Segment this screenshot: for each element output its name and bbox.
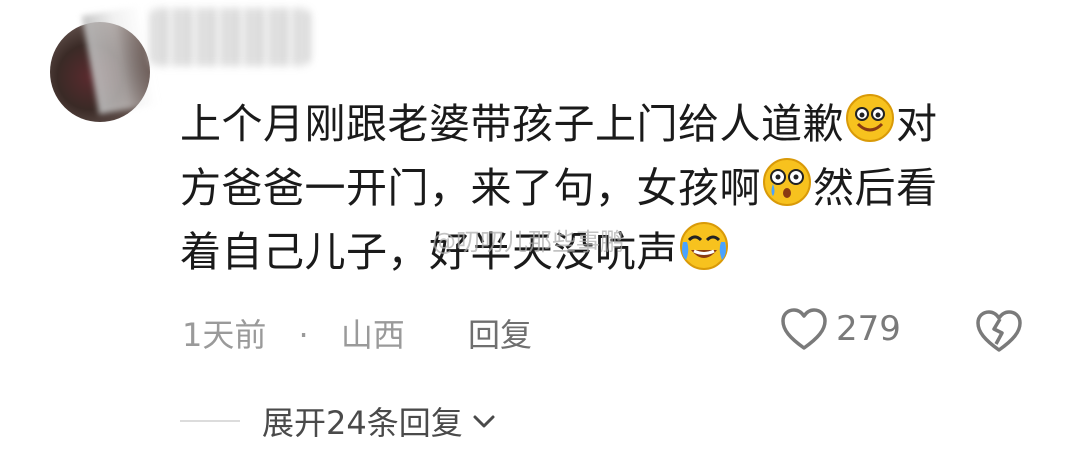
- comment-line-1-tail: 对: [896, 100, 938, 148]
- comment-meta: 1天前 · 山西: [182, 310, 405, 356]
- smile-emoji-icon: [846, 94, 894, 142]
- location: 山西: [340, 316, 405, 354]
- comment-line-1: 上个月刚跟老婆带孩子上门给人道歉 对: [180, 92, 1030, 156]
- like-count: 279: [836, 309, 901, 349]
- comment-line-2: 方爸爸一开门，来了句，女孩啊 然后看: [180, 156, 1030, 220]
- heart-outline-icon: [781, 308, 827, 350]
- shocked-tear-emoji-icon: [763, 158, 811, 206]
- comment-line-1-text: 上个月刚跟老婆带孩子上门给人道歉: [180, 100, 844, 148]
- crying-laugh-emoji-icon: [680, 222, 728, 270]
- like-button[interactable]: 279: [780, 307, 901, 351]
- watermark: @叨叨儿那些事鹏: [432, 228, 624, 256]
- timestamp: 1天前: [182, 316, 267, 354]
- broken-heart-icon: [976, 310, 1022, 352]
- divider-line: [180, 420, 240, 422]
- expand-replies[interactable]: 展开24条回复: [180, 398, 497, 444]
- expand-replies-label: 展开24条回复: [262, 404, 463, 442]
- dislike-button[interactable]: [974, 308, 1024, 358]
- meta-separator: ·: [298, 316, 309, 354]
- reply-button[interactable]: 回复: [468, 310, 532, 356]
- username-blurred[interactable]: [150, 8, 310, 66]
- comment-line-2-tail: 然后看: [813, 164, 938, 212]
- comment-line-2-text: 方爸爸一开门，来了句，女孩啊: [180, 164, 761, 212]
- chevron-down-icon: [473, 415, 495, 428]
